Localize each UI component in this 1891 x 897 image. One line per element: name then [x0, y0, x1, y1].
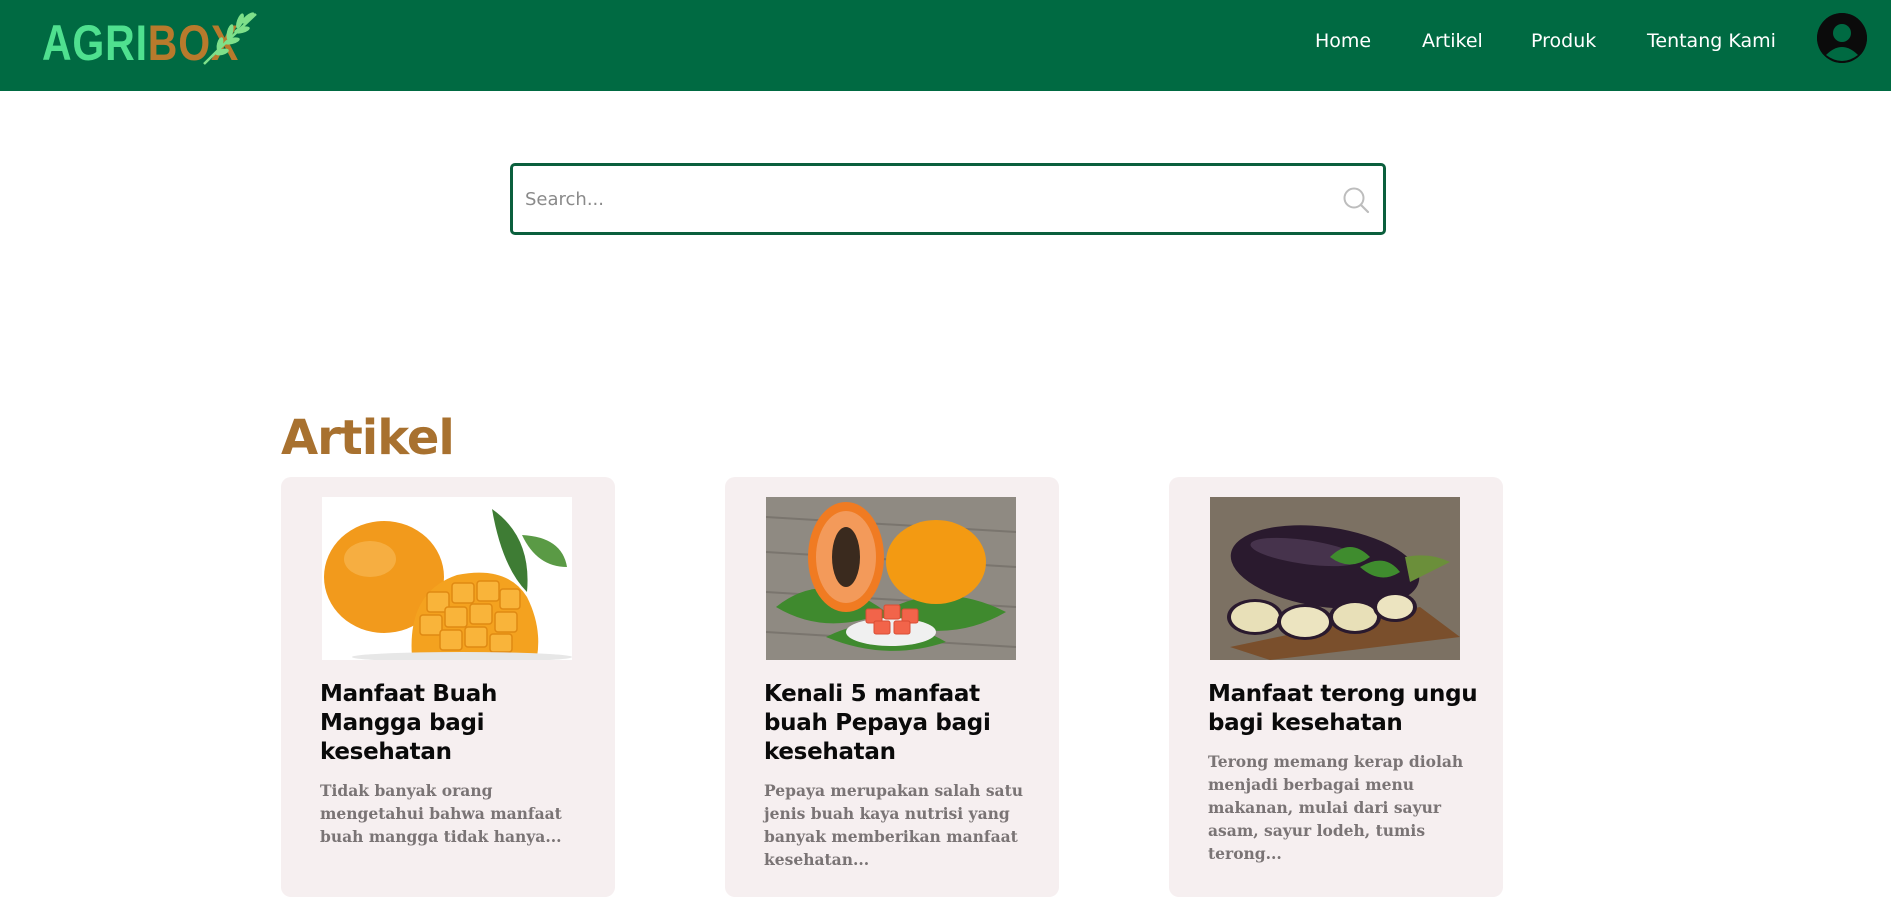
- article-excerpt: Tidak banyak orang mengetahui bahwa manf…: [320, 781, 562, 846]
- article-card[interactable]: Kenali 5 manfaat buah Pepaya bagi keseha…: [725, 477, 1059, 897]
- article-image-mango[interactable]: [322, 497, 572, 660]
- article-image-eggplant[interactable]: [1210, 497, 1460, 660]
- article-title[interactable]: Kenali 5 manfaat buah Pepaya bagi keseha…: [764, 680, 1034, 767]
- user-icon: [1817, 13, 1867, 63]
- article-excerpt: Terong memang kerap diolah menjadi berba…: [1208, 752, 1464, 863]
- nav-tentang-kami-link[interactable]: Tentang Kami: [1647, 29, 1776, 53]
- article-card[interactable]: Manfaat terong ungu bagi kesehatan Teron…: [1169, 477, 1503, 897]
- nav-produk-link[interactable]: Produk: [1531, 29, 1596, 53]
- papaya-illustration: [766, 497, 1016, 660]
- article-excerpt: Pepaya merupakan salah satu jenis buah k…: [764, 781, 1024, 869]
- article-card[interactable]: Manfaat Buah Mangga bagi kesehatan Tidak…: [281, 477, 615, 897]
- mango-illustration: [322, 497, 572, 660]
- search-input[interactable]: [525, 174, 1315, 224]
- article-image-papaya[interactable]: [766, 497, 1016, 660]
- search-icon[interactable]: [1341, 185, 1371, 215]
- nav-artikel-link[interactable]: Artikel: [1422, 29, 1483, 53]
- section-title: Artikel: [281, 410, 455, 466]
- article-title[interactable]: Manfaat Buah Mangga bagi kesehatan: [320, 680, 590, 767]
- article-title[interactable]: Manfaat terong ungu bagi kesehatan: [1208, 680, 1478, 738]
- navbar: AGRIBOX Home Artikel Produk Tentang Kami: [0, 0, 1891, 91]
- nav-home-link[interactable]: Home: [1315, 29, 1371, 53]
- user-avatar[interactable]: [1817, 13, 1867, 63]
- search-box: [510, 163, 1386, 235]
- eggplant-illustration: [1210, 497, 1460, 660]
- main-nav: Home Artikel Produk Tentang Kami: [0, 29, 1891, 53]
